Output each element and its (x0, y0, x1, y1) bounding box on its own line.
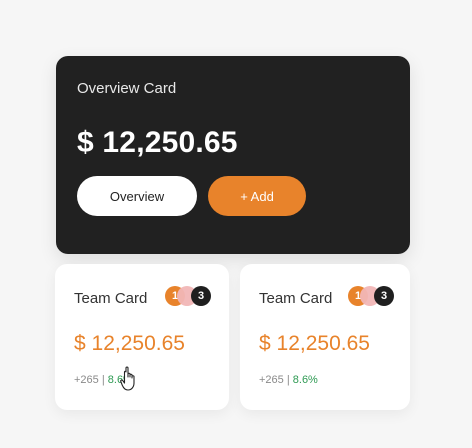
member-badge: 3 (374, 286, 394, 306)
overview-amount: $ 12,250.65 (77, 126, 238, 159)
stat-count: +265 (259, 374, 284, 386)
stat-percent: 8.6% (292, 374, 318, 386)
overview-card-title: Overview Card (77, 80, 177, 97)
overview-button[interactable]: Overview (77, 176, 197, 216)
team-card-2[interactable]: Team Card 1 3 $ 12,250.65 +265 | 8.6% (240, 264, 410, 410)
hand-pointer-icon (120, 366, 135, 391)
stat-separator: | (286, 374, 290, 386)
add-button[interactable]: + Add (208, 176, 306, 216)
team-amount: $ 12,250.65 (259, 332, 370, 355)
team-stats: +265 | 8.6% (259, 374, 318, 386)
team-card-title: Team Card (74, 290, 148, 307)
member-badge: 3 (191, 286, 211, 306)
stat-separator: | (101, 374, 105, 386)
overview-card: Overview Card $ 12,250.65 Overview + Add (56, 56, 410, 254)
team-card-title: Team Card (259, 290, 333, 307)
stat-count: +265 (74, 374, 99, 386)
team-amount: $ 12,250.65 (74, 332, 185, 355)
team-card-1[interactable]: Team Card 1 3 $ 12,250.65 +265 | 8.6% (55, 264, 229, 410)
